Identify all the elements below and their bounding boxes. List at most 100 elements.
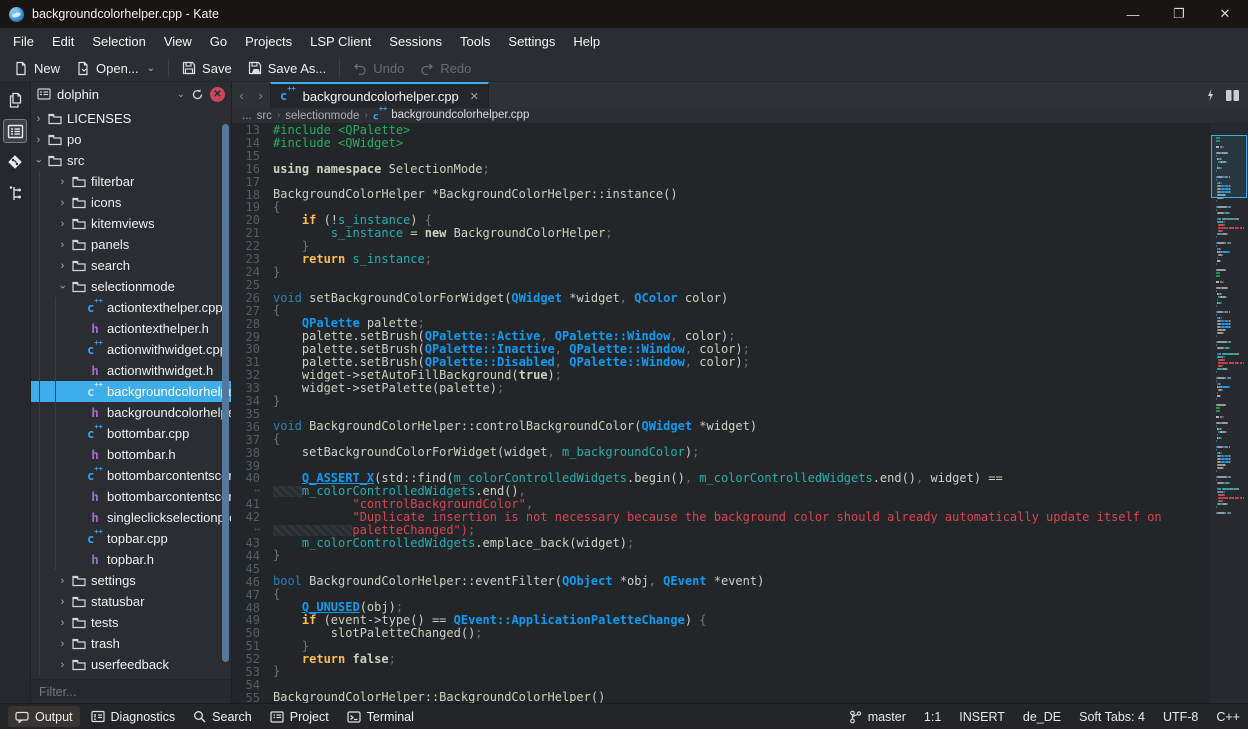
menu-sessions[interactable]: Sessions [380,28,451,55]
tree-folder-po[interactable]: ›po [31,129,231,150]
tree-file-bottombar-h[interactable]: hbottombar.h [31,444,231,465]
breadcrumb-selectionmode[interactable]: selectionmode [285,110,359,122]
tree-folder-search[interactable]: ›search [31,255,231,276]
tree-file-topbar-cpp[interactable]: c++topbar.cpp [31,528,231,549]
save-as-button[interactable]: Save As... [240,56,335,80]
minimap-viewport[interactable] [1211,135,1247,198]
cpp-file-icon: c++ [373,109,387,122]
open-button[interactable]: Open...⌄ [68,56,163,80]
tree-folder-userfeedback[interactable]: ›userfeedback [31,654,231,675]
tree-folder-panels[interactable]: ›panels [31,234,231,255]
cursor-position[interactable]: 1:1 [924,710,941,724]
tree-folder-settings[interactable]: ›settings [31,570,231,591]
tree-folder-icons[interactable]: › icons [31,192,231,213]
tree-item-label: icons [91,195,121,210]
menu-view[interactable]: View [155,28,201,55]
collapse-icon[interactable]: › [33,153,45,168]
expand-icon[interactable]: › [55,260,70,272]
refresh-project-button[interactable] [191,88,204,101]
close-project-button[interactable]: ✕ [210,87,225,102]
tree-folder-filterbar[interactable]: ›filterbar [31,171,231,192]
tree-file-backgroundcolorhelper-h[interactable]: hbackgroundcolorhelper.h [31,402,231,423]
dock-documents-icon[interactable] [3,88,27,112]
new-button[interactable]: New [6,56,68,80]
expand-icon[interactable]: › [55,596,70,608]
dictionary[interactable]: de_DE [1023,710,1061,724]
save-button[interactable]: Save [174,56,240,80]
minimize-button[interactable]: — [1110,0,1156,28]
tree-file-actiontexthelper-cpp[interactable]: c++actiontexthelper.cpp [31,297,231,318]
tree-file-backgroundcolorhelper-c-[interactable]: c++backgroundcolorhelper.c... [31,381,231,402]
folder-icon [46,113,64,125]
menu-go[interactable]: Go [201,28,236,55]
expand-icon[interactable]: › [55,239,70,251]
tree-folder-selectionmode[interactable]: ›selectionmode [31,276,231,297]
expand-icon[interactable]: › [55,659,70,671]
quick-open-icon[interactable] [1206,88,1215,102]
input-mode[interactable]: INSERT [959,710,1005,724]
expand-icon[interactable]: › [55,176,70,188]
syntax-language[interactable]: C++ [1216,710,1240,724]
encoding[interactable]: UTF-8 [1163,710,1198,724]
tree-file-actionwithwidget-h[interactable]: hactionwithwidget.h [31,360,231,381]
git-branch-indicator[interactable]: master [849,710,906,724]
tree-folder-trash[interactable]: › trash [31,633,231,654]
tree-file-actiontexthelper-h[interactable]: hactiontexthelper.h [31,318,231,339]
tree-folder-licenses[interactable]: ›LICENSES [31,108,231,129]
split-view-icon[interactable] [1225,89,1240,102]
tab-close-icon[interactable]: ✕ [470,90,479,103]
breadcrumb-file[interactable]: c++backgroundcolorhelper.cpp [373,109,530,122]
tree-file-topbar-h[interactable]: htopbar.h [31,549,231,570]
menu-selection[interactable]: Selection [83,28,154,55]
breadcrumb-more[interactable]: ... [242,110,252,122]
toolbar: NewOpen...⌄SaveSave As...UndoRedo [0,55,1248,82]
panel-button-project[interactable]: Project [263,706,336,727]
minimap-scrollbar[interactable] [1210,123,1248,703]
maximize-button[interactable]: ❐ [1156,0,1202,28]
tree-folder-statusbar[interactable]: ›statusbar [31,591,231,612]
tree-filter-input[interactable] [31,680,231,703]
menu-settings[interactable]: Settings [499,28,564,55]
indent-mode[interactable]: Soft Tabs: 4 [1079,710,1145,724]
tree-scrollbar[interactable] [222,124,229,662]
panel-button-diagnostics[interactable]: Diagnostics [84,706,183,727]
expand-icon[interactable]: › [55,197,70,209]
tree-file-singleclickselectionproxy-[interactable]: hsingleclickselectionproxy... [31,507,231,528]
tree-file-actionwithwidget-cpp[interactable]: c++actionwithwidget.cpp [31,339,231,360]
dock-symbols-icon[interactable] [3,181,27,205]
tree-file-bottombarcontentscont-[interactable]: hbottombarcontentscont... [31,486,231,507]
code-editor[interactable]: #include <QPalette>#include <QWidget>usi… [273,123,1210,703]
open-dropdown-icon[interactable]: ⌄ [147,63,155,74]
panel-button-search[interactable]: Search [186,706,259,727]
menu-lsp-client[interactable]: LSP Client [301,28,380,55]
cpp-file-icon: c++ [86,532,104,546]
tree-folder-src[interactable]: ›src [31,150,231,171]
menu-help[interactable]: Help [564,28,609,55]
tree-file-bottombar-cpp[interactable]: c++bottombar.cpp [31,423,231,444]
menu-projects[interactable]: Projects [236,28,301,55]
project-dropdown-icon[interactable]: ⌄ [177,89,185,100]
expand-icon[interactable]: › [31,113,46,125]
tree-item-label: trash [91,636,120,651]
tree-file-bottombarcontentscont-[interactable]: c++bottombarcontentscont... [31,465,231,486]
menu-edit[interactable]: Edit [43,28,83,55]
expand-icon[interactable]: › [55,575,70,587]
panel-button-output[interactable]: Output [8,706,80,727]
dock-projects-icon[interactable] [3,119,27,143]
close-button[interactable]: ✕ [1202,0,1248,28]
tab-back-button[interactable]: ‹ [232,82,251,108]
dock-git-icon[interactable] [3,150,27,174]
panel-button-terminal[interactable]: Terminal [340,706,421,727]
expand-icon[interactable]: › [55,218,70,230]
collapse-icon[interactable]: › [57,279,69,294]
tree-folder-tests[interactable]: ›tests [31,612,231,633]
menu-tools[interactable]: Tools [451,28,499,55]
expand-icon[interactable]: › [31,134,46,146]
menu-file[interactable]: File [4,28,43,55]
expand-icon[interactable]: › [55,638,70,650]
tree-folder-kitemviews[interactable]: ›kitemviews [31,213,231,234]
expand-icon[interactable]: › [55,617,70,629]
breadcrumb-src[interactable]: src [257,110,272,122]
project-selector[interactable]: dolphin [57,87,171,102]
tab-forward-button[interactable]: › [251,82,270,108]
